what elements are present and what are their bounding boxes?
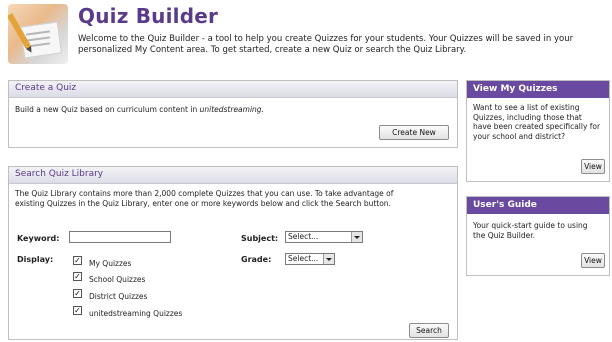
chevron-down-icon	[323, 254, 334, 264]
grade-select[interactable]: Select...	[285, 253, 335, 265]
create-quiz-header: Create a Quiz	[9, 81, 457, 98]
search-description: The Quiz Library contains more than 2,00…	[15, 189, 394, 208]
school-quizzes-label: School Quizzes	[89, 275, 146, 284]
district-quizzes-label: District Quizzes	[89, 292, 148, 301]
search-library-panel: Search Quiz Library The Quiz Library con…	[8, 166, 458, 340]
display-label: Display:	[17, 255, 54, 264]
view-quizzes-title: View My Quizzes	[473, 84, 558, 94]
create-new-button[interactable]: Create New	[379, 125, 449, 140]
users-guide-description: Your quick-start guide to using the Quiz…	[473, 221, 588, 240]
school-quizzes-checkbox[interactable]	[73, 272, 82, 281]
keyword-input[interactable]	[69, 231, 171, 243]
search-library-title: Search Quiz Library	[15, 169, 104, 179]
intro-text: Welcome to the Quiz Builder - a tool to …	[78, 34, 574, 55]
users-guide-title: User's Guide	[473, 200, 537, 210]
chevron-down-icon	[351, 232, 362, 242]
my-quizzes-checkbox[interactable]	[73, 256, 82, 265]
unitedstreaming-quizzes-label: unitedstreaming Quizzes	[89, 309, 183, 318]
subject-select[interactable]: Select...	[285, 231, 363, 243]
keyword-label: Keyword:	[17, 234, 60, 243]
view-quizzes-description: Want to see a list of existing Quizzes, …	[473, 103, 601, 141]
district-quizzes-checkbox[interactable]	[73, 289, 82, 298]
grade-label: Grade:	[241, 255, 272, 264]
quiz-pencil-icon	[8, 4, 68, 64]
view-quizzes-panel: View My Quizzes Want to see a list of ex…	[466, 80, 610, 182]
search-button[interactable]: Search	[409, 323, 449, 338]
subject-label: Subject:	[241, 234, 279, 243]
users-guide-panel: User's Guide Your quick-start guide to u…	[466, 196, 610, 276]
search-library-header: Search Quiz Library	[9, 167, 457, 184]
page-title: Quiz Builder	[78, 4, 219, 28]
users-guide-header: User's Guide	[467, 197, 609, 214]
create-quiz-panel: Create a Quiz Build a new Quiz based on …	[8, 80, 458, 148]
users-guide-button[interactable]: View	[581, 253, 605, 268]
unitedstreaming-quizzes-checkbox[interactable]	[73, 306, 82, 315]
create-quiz-title: Create a Quiz	[15, 83, 77, 93]
view-quizzes-header: View My Quizzes	[467, 81, 609, 98]
my-quizzes-label: My Quizzes	[89, 259, 132, 268]
create-quiz-description: Build a new Quiz based on curriculum con…	[15, 105, 264, 114]
view-quizzes-button[interactable]: View	[581, 159, 605, 174]
